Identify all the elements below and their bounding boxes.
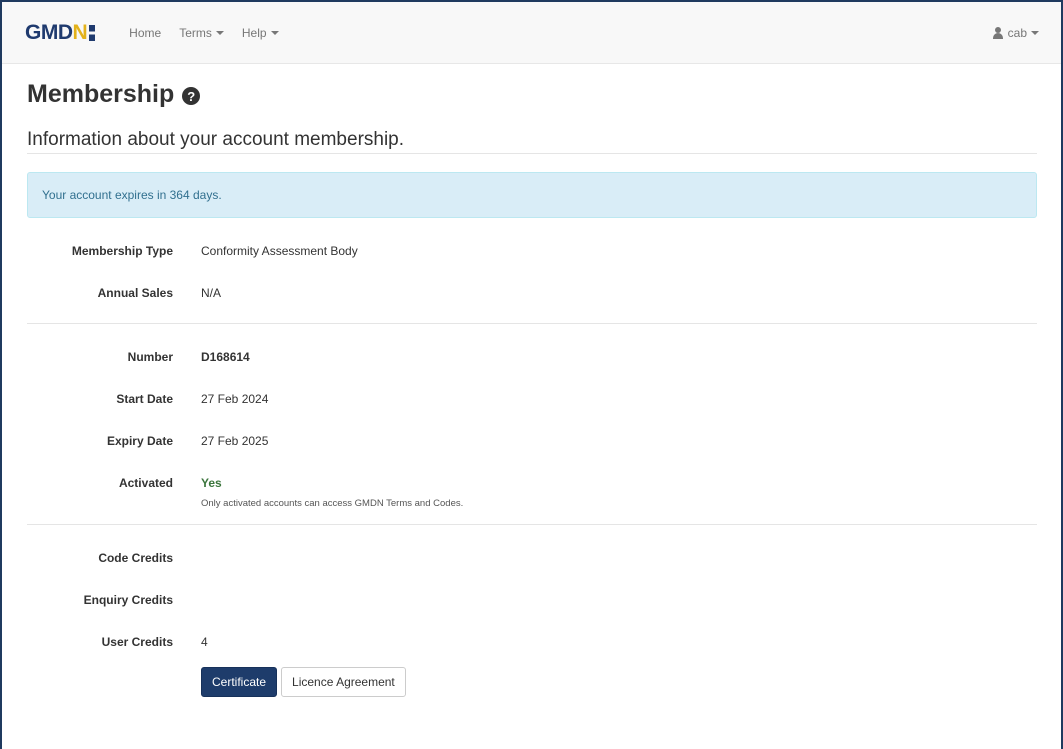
app-frame: GMDN Home Terms Help cab Membership ? In… — [0, 0, 1063, 749]
user-credits-value: 4 — [201, 635, 208, 649]
row-number: Number D168614 — [27, 336, 1037, 378]
nav-terms-dropdown[interactable]: Terms — [179, 26, 224, 40]
question-circle-icon[interactable]: ? — [182, 87, 201, 105]
nav-help-label: Help — [241, 25, 267, 40]
code-credits-label: Code Credits — [98, 551, 173, 565]
user-credits-label: User Credits — [101, 635, 173, 649]
expiry-alert: Your account expires in 364 days. — [27, 172, 1037, 218]
divider — [27, 153, 1037, 154]
gmdn-logo[interactable]: GMDN — [25, 20, 96, 45]
row-user-credits: User Credits 4 — [27, 621, 1037, 663]
number-value: D168614 — [201, 350, 250, 364]
main-content: Membership ? Information about your acco… — [27, 64, 1037, 697]
membership-type-value: Conformity Assessment Body — [201, 244, 358, 258]
enquiry-credits-label: Enquiry Credits — [83, 593, 173, 607]
action-buttons: Certificate Licence Agreement — [27, 667, 1037, 697]
annual-sales-label: Annual Sales — [97, 286, 173, 300]
logo-text: GMDN — [25, 20, 88, 44]
row-enquiry-credits: Enquiry Credits — [27, 579, 1037, 621]
nav-terms-label: Terms — [179, 25, 212, 40]
caret-down-icon — [270, 30, 279, 35]
user-menu[interactable]: cab — [992, 26, 1039, 40]
activated-value: Yes — [201, 476, 222, 490]
top-navbar: GMDN Home Terms Help cab — [2, 2, 1061, 64]
nav-home-label: Home — [129, 25, 162, 40]
activated-label: Activated — [118, 476, 173, 490]
expiry-date-value: 27 Feb 2025 — [201, 434, 269, 448]
user-icon — [992, 26, 1004, 39]
caret-down-icon — [215, 30, 224, 35]
logo-mark-icon — [89, 24, 96, 41]
row-start-date: Start Date 27 Feb 2024 — [27, 378, 1037, 420]
licence-agreement-button[interactable]: Licence Agreement — [281, 667, 406, 697]
row-code-credits: Code Credits — [27, 537, 1037, 579]
page-title-text: Membership — [27, 79, 175, 108]
nav-home[interactable]: Home — [129, 26, 161, 40]
activated-note: Only activated accounts can access GMDN … — [201, 498, 464, 509]
start-date-value: 27 Feb 2024 — [201, 392, 269, 406]
page-title: Membership ? — [27, 77, 1037, 111]
page-subtitle: Information about your account membershi… — [27, 129, 405, 150]
caret-down-icon — [1031, 30, 1039, 35]
number-label: Number — [127, 350, 173, 364]
row-annual-sales: Annual Sales N/A — [27, 272, 1037, 314]
certificate-button[interactable]: Certificate — [201, 667, 278, 697]
user-name: cab — [1007, 25, 1027, 40]
start-date-label: Start Date — [116, 392, 173, 406]
membership-type-label: Membership Type — [71, 244, 173, 258]
expiry-date-label: Expiry Date — [106, 434, 173, 448]
row-membership-type: Membership Type Conformity Assessment Bo… — [27, 230, 1037, 272]
nav-help-dropdown[interactable]: Help — [242, 26, 279, 40]
row-expiry-date: Expiry Date 27 Feb 2025 — [27, 420, 1037, 462]
annual-sales-value: N/A — [201, 286, 222, 300]
